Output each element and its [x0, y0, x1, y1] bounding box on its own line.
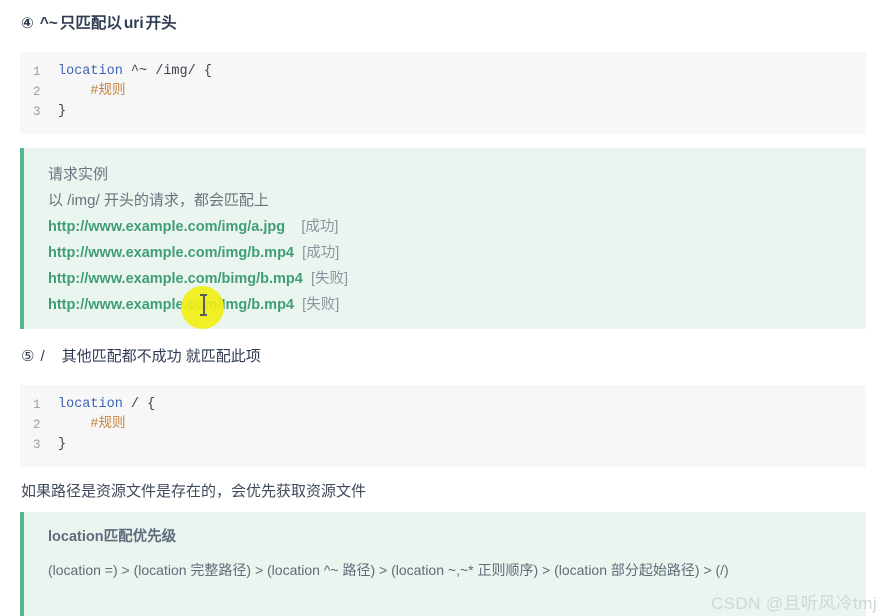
priority-title: location匹配优先级	[48, 529, 177, 545]
callout-subtitle: 以 /img/ 开头的请求，都会匹配上	[48, 192, 269, 209]
code-line-number: 1	[33, 65, 41, 79]
code-line-content: #规则	[58, 415, 126, 435]
code-line-number: 3	[33, 105, 41, 119]
request-examples-callout: 请求实例 以 /img/ 开头的请求，都会匹配上 http://www.exam…	[20, 148, 866, 329]
code-comment: #规则	[90, 417, 126, 432]
code-line-content: }	[58, 102, 66, 122]
request-result: [失败]	[311, 271, 349, 287]
code-line-content: location ^~ /img/ {	[58, 62, 212, 82]
section-heading-4: ④ ^~ 只匹配以 uri 开头	[0, 11, 177, 33]
code-line: 3 }	[20, 102, 866, 122]
priority-callout: location匹配优先级 (location =) > (location 完…	[20, 512, 866, 616]
section-4-title: 只匹配以	[59, 15, 122, 32]
request-result: [成功]	[301, 219, 339, 235]
code-line-content: location / {	[58, 395, 155, 415]
request-result: [成功]	[302, 245, 340, 261]
code-keyword: location	[58, 64, 123, 79]
code-rest: ^~ /img/ {	[122, 64, 212, 79]
code-block-location-root[interactable]: 1 location / { 2 #规则 3 }	[20, 385, 866, 467]
priority-expression: (location =) > (location 完整路径) > (locati…	[48, 562, 729, 578]
code-line-content: }	[58, 435, 66, 455]
code-line: 2 #规则	[20, 82, 866, 102]
section-4-keyword: uri	[123, 15, 144, 32]
request-example-row: http://www.example.com/img/b.mp4 [成功]	[48, 240, 866, 266]
section-marker-5: ⑤	[21, 347, 35, 365]
request-example-row: http://www.example.com/bimg/b.mp4 [失败]	[48, 266, 866, 292]
request-url[interactable]: http://www.example.com/img/b.mp4	[48, 245, 294, 261]
code-comment: #规则	[90, 84, 126, 99]
code-keyword: location	[58, 397, 123, 412]
request-example-row: http://www.example.com/Img/b.mp4 [失败]	[48, 292, 866, 318]
section-4-symbol: ^~	[39, 15, 58, 32]
code-line: 1 location ^~ /img/ {	[20, 62, 866, 82]
code-line-number: 2	[33, 85, 41, 99]
section-marker-4: ④	[21, 14, 34, 32]
code-rest	[58, 417, 90, 432]
code-line-content: #规则	[58, 82, 126, 102]
code-rest: }	[58, 437, 67, 452]
section-4-suffix: 开头	[145, 15, 177, 32]
code-line-number: 1	[33, 398, 41, 412]
code-line: 1 location / {	[20, 395, 866, 415]
request-url[interactable]: http://www.example.com/img/a.jpg	[48, 219, 285, 235]
document-page: ④ ^~ 只匹配以 uri 开头 1 location ^~ /img/ { 2…	[0, 0, 885, 616]
code-rest: }	[58, 104, 67, 119]
code-block-location-prefix[interactable]: 1 location ^~ /img/ { 2 #规则 3 }	[20, 52, 866, 134]
callout-title: 请求实例	[48, 166, 109, 183]
code-line: 3 }	[20, 435, 866, 455]
code-line-number: 3	[33, 438, 41, 452]
code-line: 2 #规则	[20, 415, 866, 435]
note-paragraph: 如果路径是资源文件是存在的，会优先获取资源文件	[21, 483, 367, 500]
section-5-title: 其他匹配都不成功 就匹配此项	[61, 348, 261, 365]
section-5-slash: /	[40, 348, 45, 365]
section-heading-5: ⑤ / 其他匹配都不成功 就匹配此项	[0, 345, 261, 366]
request-url[interactable]: http://www.example.com/Img/b.mp4	[48, 297, 294, 313]
code-rest	[58, 84, 90, 99]
request-example-row: http://www.example.com/img/a.jpg [成功]	[48, 214, 866, 240]
request-url[interactable]: http://www.example.com/bimg/b.mp4	[48, 271, 303, 287]
code-rest: / {	[122, 397, 156, 412]
request-result: [失败]	[302, 297, 340, 313]
code-line-number: 2	[33, 418, 41, 432]
